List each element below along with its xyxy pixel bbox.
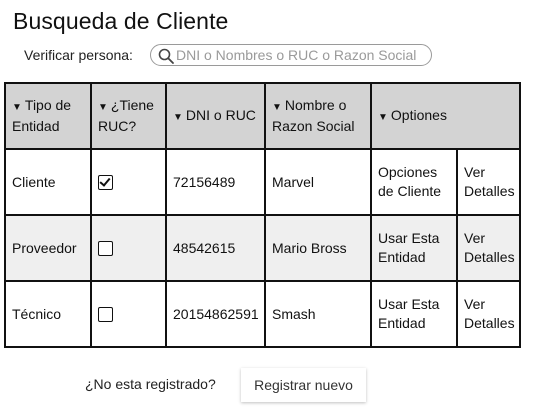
action-ver-detalles[interactable]: Ver Detalles [455,214,522,282]
header-label: Tipo de [24,97,72,113]
check-mark-icon [99,175,111,188]
cell-nombre: Marvel [264,148,372,216]
action-label: de Cliente [378,183,442,199]
action-opciones-cliente[interactable]: Opciones de Cliente [370,148,458,216]
header-dni-ruc[interactable]: ▼ DNI o RUC [165,82,266,150]
action-label: Ver [464,164,486,180]
cell-ruc [90,280,167,348]
action-ver-detalles[interactable]: Ver Detalles [455,280,522,348]
action-usar-entidad[interactable]: Usar Esta Entidad [370,214,458,282]
header-opciones[interactable]: ▼ Optiones [369,82,522,150]
not-registered-text: ¿No esta registrado? [85,376,216,392]
header-label: Optiones [390,106,447,123]
cell-tipo: Cliente [4,148,92,216]
search-field[interactable] [150,44,432,66]
table-header-row: ▼ Tipo de Entidad ▼ ¿Tiene RUC? ▼ DNI o RUC… [4,82,522,150]
action-label: Detalles [464,183,515,199]
action-ver-detalles[interactable]: Ver Detalles [455,148,522,216]
cell-nombre: Smash [264,280,372,348]
action-label: Opciones [378,164,438,180]
table-row: Cliente 72156489 Marvel Opciones de Clie… [4,148,522,216]
cell-ruc [90,148,167,216]
caret-down-icon: ▼ [378,111,388,123]
action-label: Ver [464,296,486,312]
header-label: Nombre o [284,97,347,113]
cell-doc: 20154862591 [165,280,266,348]
caret-down-icon: ▼ [272,102,282,113]
cell-doc: 48542615 [165,214,266,282]
page-title: Busqueda de Cliente [13,8,229,34]
search-input[interactable] [176,46,426,64]
header-tiene-ruc[interactable]: ▼ ¿Tiene RUC? [90,82,167,150]
checkbox-icon[interactable] [98,175,113,191]
action-label: Usar Esta [378,230,440,246]
search-label: Verificar persona: [24,47,133,63]
table-row: Técnico 20154862591 Smash Usar Esta Enti… [4,280,522,348]
header-label: ¿Tiene [110,97,154,113]
table-row: Proveedor 48542615 Mario Bross Usar Esta… [4,214,522,282]
header-label: DNI o RUC [185,106,256,123]
action-label: Ver [464,230,486,246]
header-tipo-entidad[interactable]: ▼ Tipo de Entidad [4,82,92,150]
action-label: Usar Esta [378,296,440,312]
header-label: Razon Social [272,118,355,134]
cell-doc: 72156489 [165,148,266,216]
cell-ruc [90,214,167,282]
header-label: Entidad [12,118,60,134]
action-label: Detalles [464,315,515,331]
action-label: Entidad [378,249,426,265]
cell-tipo: Técnico [4,280,92,348]
action-usar-entidad[interactable]: Usar Esta Entidad [370,280,458,348]
entity-table: ▼ Tipo de Entidad ▼ ¿Tiene RUC? ▼ DNI o RUC… [4,82,522,348]
caret-down-icon: ▼ [98,102,108,113]
cell-nombre: Mario Bross [264,214,372,282]
header-nombre[interactable]: ▼ Nombre o Razon Social [264,82,372,150]
caret-down-icon: ▼ [173,111,183,123]
header-label: RUC? [98,118,137,134]
action-label: Detalles [464,249,515,265]
checkbox-icon[interactable] [98,241,113,257]
search-icon [157,47,175,65]
caret-down-icon: ▼ [12,102,22,113]
checkbox-icon[interactable] [98,307,113,323]
action-label: Entidad [378,315,426,331]
cell-tipo: Proveedor [4,214,92,282]
register-new-button[interactable]: Registrar nuevo [241,368,366,402]
